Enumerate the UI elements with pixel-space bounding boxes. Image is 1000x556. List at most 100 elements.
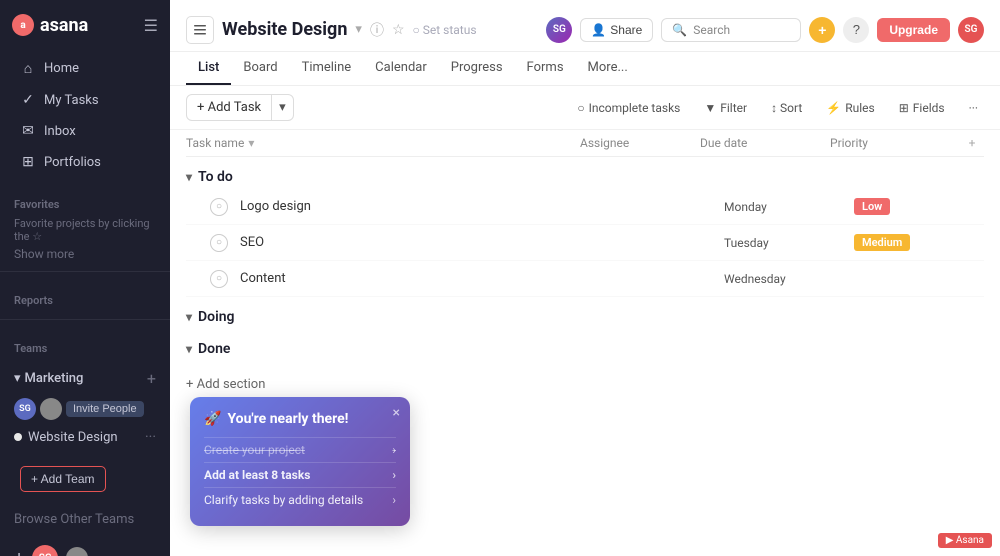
add-task-button[interactable]: + Add Task ▾: [186, 94, 294, 121]
onboarding-speed-icon: 🚀: [204, 411, 221, 427]
add-task-dropdown[interactable]: ▾: [272, 95, 293, 120]
section-header-done[interactable]: ▾ Done: [186, 333, 984, 361]
nav-label-portfolios: Portfolios: [44, 155, 101, 170]
sidebar-logo: a asana ☰: [0, 0, 170, 46]
incomplete-tasks-btn[interactable]: ○ Incomplete tasks: [571, 98, 686, 118]
task-checkbox-1[interactable]: ○: [210, 198, 228, 216]
add-icon-button[interactable]: +: [809, 17, 835, 43]
avatar-sg: SG: [14, 398, 36, 420]
search-box[interactable]: 🔍 Search: [661, 18, 801, 42]
onboarding-step-3[interactable]: Clarify tasks by adding details ›: [204, 487, 396, 512]
col-due-date: Due date: [700, 136, 830, 150]
task-due-3: Wednesday: [724, 272, 854, 286]
show-more[interactable]: Show more: [0, 245, 170, 263]
favorites-label: Favorites: [0, 184, 170, 215]
task-priority-2: Medium: [854, 234, 984, 251]
onboarding-close-btn[interactable]: ×: [393, 405, 400, 421]
col-priority: Priority: [830, 136, 960, 150]
priority-badge-2: Medium: [854, 234, 910, 251]
sidebar-nav: ⌂ Home ✓ My Tasks ✉ Inbox ⊞ Portfolios: [0, 46, 170, 184]
filter-btn[interactable]: ▼ Filter: [698, 98, 753, 118]
task-checkbox-3[interactable]: ○: [210, 270, 228, 288]
task-row: ○ Content Wednesday: [186, 261, 984, 297]
col-assignee: Assignee: [580, 136, 700, 150]
more-options-btn[interactable]: ···: [963, 98, 984, 118]
col-add-icon[interactable]: +: [960, 136, 984, 150]
section-chevron-to-do: ▾: [186, 170, 192, 184]
sidebar-item-portfolios[interactable]: ⊞ Portfolios: [6, 147, 164, 177]
section-header-doing[interactable]: ▾ Doing: [186, 301, 984, 329]
section-done: ▾ Done: [186, 333, 984, 361]
help-button[interactable]: ?: [843, 17, 869, 43]
project-icon-btn[interactable]: [186, 16, 214, 44]
onboarding-title: 🚀 You're nearly there!: [204, 411, 396, 427]
project-label: Website Design: [14, 430, 118, 445]
tabs: List Board Timeline Calendar Progress Fo…: [170, 52, 1000, 86]
team-name: ▾ Marketing: [14, 371, 83, 386]
team-header[interactable]: ▾ Marketing +: [0, 363, 170, 394]
set-status-btn[interactable]: ○ Set status: [413, 23, 477, 37]
avatar-2: [40, 398, 62, 420]
sidebar-item-home[interactable]: ⌂ Home: [6, 53, 164, 84]
section-doing: ▾ Doing: [186, 301, 984, 329]
onboarding-step-2[interactable]: Add at least 8 tasks ›: [204, 462, 396, 487]
add-team-button[interactable]: + Add Team: [20, 466, 106, 492]
add-section-label: + Add section: [186, 377, 265, 392]
task-row: ○ SEO Tuesday Medium: [186, 225, 984, 261]
sort-btn[interactable]: ↕ Sort: [765, 98, 808, 118]
star-icon[interactable]: ☆: [392, 22, 405, 38]
section-header-to-do[interactable]: ▾ To do: [186, 161, 984, 189]
project-item-website-design[interactable]: Website Design ···: [0, 424, 170, 450]
tab-more[interactable]: More...: [576, 52, 640, 85]
info-icon[interactable]: ⓘ: [370, 20, 384, 40]
task-checkbox-2[interactable]: ○: [210, 234, 228, 252]
team-section: ▾ Marketing + SG Invite People Website D…: [0, 359, 170, 454]
title-dropdown-icon[interactable]: ▾: [355, 22, 362, 37]
team-add-icon[interactable]: +: [147, 369, 156, 388]
project-dot: [14, 433, 22, 441]
asana-recorder[interactable]: ▶ Asana: [938, 533, 992, 548]
task-name-1[interactable]: Logo design: [236, 199, 604, 214]
task-name-2[interactable]: SEO: [236, 235, 604, 250]
reports-label: Reports: [0, 280, 170, 311]
task-name-3[interactable]: Content: [236, 271, 604, 286]
browse-other-teams[interactable]: Browse Other Teams: [0, 504, 170, 535]
fields-btn[interactable]: ⊞ Fields: [893, 98, 951, 118]
add-task-main[interactable]: + Add Task: [187, 95, 272, 120]
tab-list[interactable]: List: [186, 52, 231, 85]
check-icon: ✓: [20, 92, 36, 108]
tab-forms[interactable]: Forms: [515, 52, 576, 85]
upgrade-button[interactable]: Upgrade: [877, 18, 950, 42]
rules-btn[interactable]: ⚡ Rules: [820, 98, 880, 118]
nav-label-my-tasks: My Tasks: [44, 93, 99, 108]
bottom-user-avatar[interactable]: SG: [32, 545, 58, 556]
sidebar-bottom: + SG: [0, 535, 170, 556]
invite-people-button[interactable]: Invite People: [66, 401, 144, 417]
sidebar-plus-icon[interactable]: +: [14, 548, 24, 556]
tab-calendar[interactable]: Calendar: [363, 52, 439, 85]
incomplete-tasks-icon: ○: [577, 101, 584, 115]
tab-board[interactable]: Board: [231, 52, 289, 85]
section-name-to-do: To do: [198, 169, 233, 185]
share-button[interactable]: 👤 Share: [580, 18, 653, 42]
toolbar-right: ○ Incomplete tasks ▼ Filter ↕ Sort ⚡ Rul…: [571, 98, 984, 118]
toolbar-left: + Add Task ▾: [186, 94, 294, 121]
user-menu-avatar[interactable]: SG: [958, 17, 984, 43]
project-more-icon[interactable]: ···: [145, 429, 156, 445]
task-due-2: Tuesday: [724, 236, 854, 250]
nav-label-inbox: Inbox: [44, 124, 76, 139]
section-to-do: ▾ To do ○ Logo design Monday Low ○ SEO T…: [186, 161, 984, 297]
hamburger-icon[interactable]: ☰: [144, 16, 158, 35]
task-due-1: Monday: [724, 200, 854, 214]
onboarding-step-1[interactable]: Create your project ›: [204, 437, 396, 462]
tab-timeline[interactable]: Timeline: [290, 52, 364, 85]
logo: a asana: [12, 14, 88, 36]
col-sort-icon: ▾: [248, 136, 254, 150]
sidebar-item-inbox[interactable]: ✉ Inbox: [6, 116, 164, 146]
sidebar-item-my-tasks[interactable]: ✓ My Tasks: [6, 85, 164, 115]
tab-progress[interactable]: Progress: [439, 52, 515, 85]
bottom-avatar-2: [66, 547, 88, 556]
share-icon: 👤: [591, 23, 606, 37]
filter-icon: ▼: [704, 101, 716, 115]
step2-chevron: ›: [392, 468, 396, 482]
